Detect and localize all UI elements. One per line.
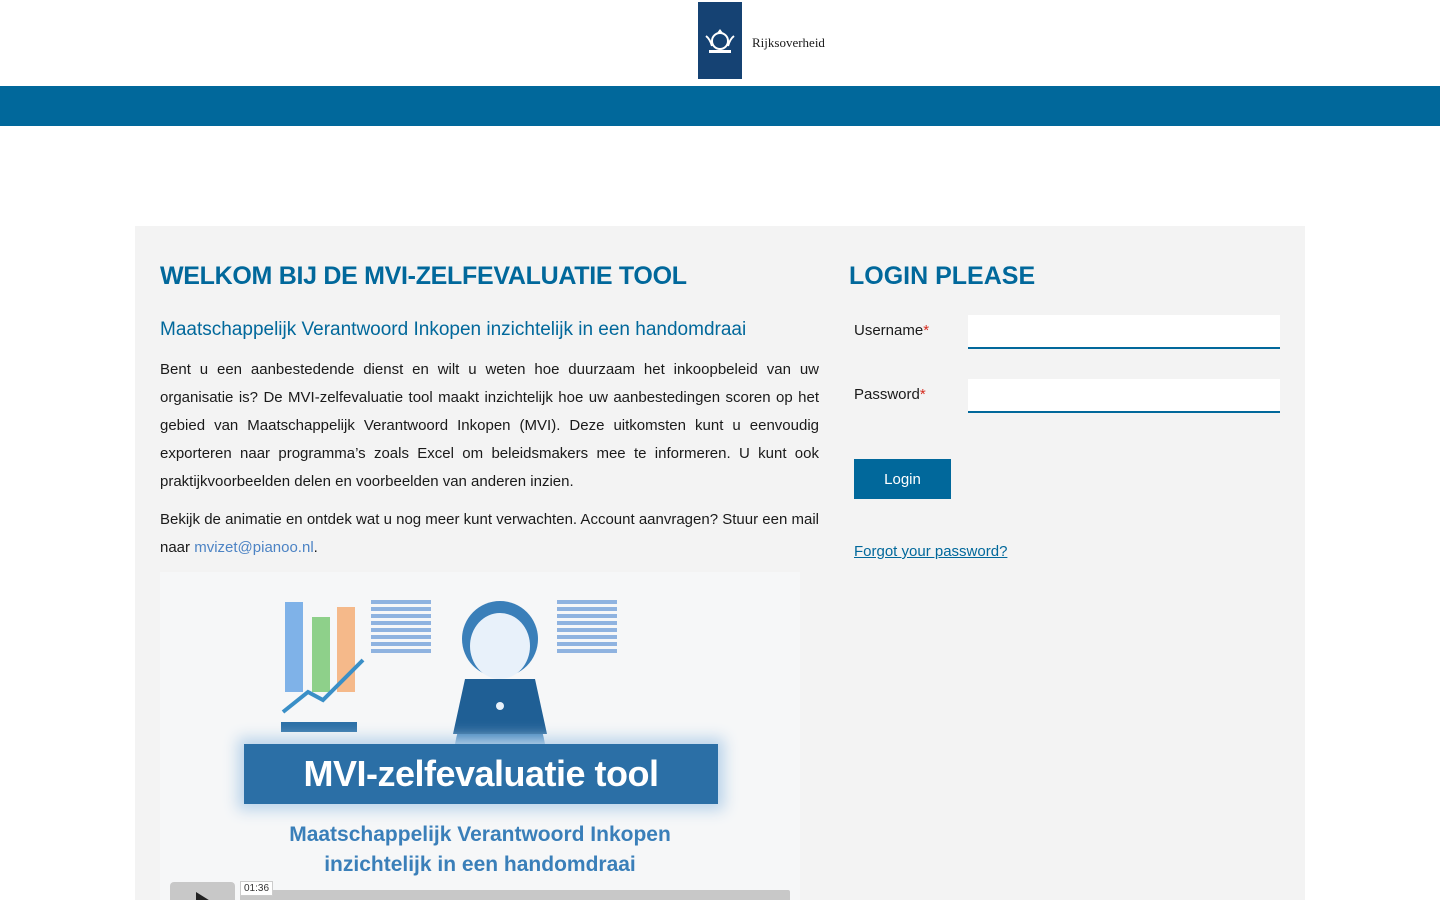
- required-marker: *: [923, 322, 930, 339]
- nav-bar: [0, 86, 1440, 126]
- window-blinds-icon: [557, 600, 617, 662]
- password-label: Password*: [854, 386, 926, 403]
- video-progress-bar[interactable]: [240, 890, 790, 900]
- window-blinds-icon: [371, 600, 431, 662]
- intro-paragraph: Bent u een aanbestedende dienst en wilt …: [160, 361, 819, 490]
- logo-text: Rijksoverheid: [752, 35, 825, 50]
- username-label-text: Username: [854, 322, 924, 339]
- video-duration: 01:36: [240, 881, 274, 896]
- mail-link[interactable]: mvizet@pianoo.nl: [194, 539, 313, 556]
- video-caption-line2: inzichtelijk in een handomdraai: [324, 853, 636, 876]
- video-caption: Maatschappelijk Verantwoord Inkopen inzi…: [160, 820, 800, 880]
- play-button[interactable]: [170, 882, 235, 900]
- person-laptop-icon: [453, 601, 547, 744]
- password-input[interactable]: [968, 379, 1280, 413]
- page-title: WELKOM BIJ DE MVI-ZELFEVALUATIE TOOL: [160, 262, 687, 290]
- play-icon: [196, 892, 212, 900]
- site-header: Rijksoverheid: [0, 0, 1440, 86]
- request-end: .: [313, 539, 318, 556]
- required-marker: *: [919, 386, 926, 403]
- login-button[interactable]: Login: [854, 459, 951, 499]
- request-paragraph: Bekijk de animatie en ontdek wat u nog m…: [160, 506, 819, 562]
- password-label-text: Password: [854, 386, 920, 403]
- content-panel: WELKOM BIJ DE MVI-ZELFEVALUATIE TOOL Maa…: [135, 226, 1305, 900]
- page-subtitle: Maatschappelijk Verantwoord Inkopen inzi…: [160, 319, 747, 340]
- username-input[interactable]: [968, 315, 1280, 349]
- rijksoverheid-emblem-icon[interactable]: [698, 2, 742, 79]
- forgot-password-link[interactable]: Forgot your password?: [854, 543, 1007, 560]
- username-label: Username*: [854, 322, 929, 339]
- video-player[interactable]: MVI-zelfevaluatie tool Maatschappelijk V…: [160, 572, 800, 900]
- login-title: LOGIN PLEASE: [849, 262, 1036, 290]
- video-banner: MVI-zelfevaluatie tool: [244, 744, 718, 804]
- video-caption-line1: Maatschappelijk Verantwoord Inkopen: [289, 823, 671, 846]
- trend-arrow-icon: [281, 658, 365, 732]
